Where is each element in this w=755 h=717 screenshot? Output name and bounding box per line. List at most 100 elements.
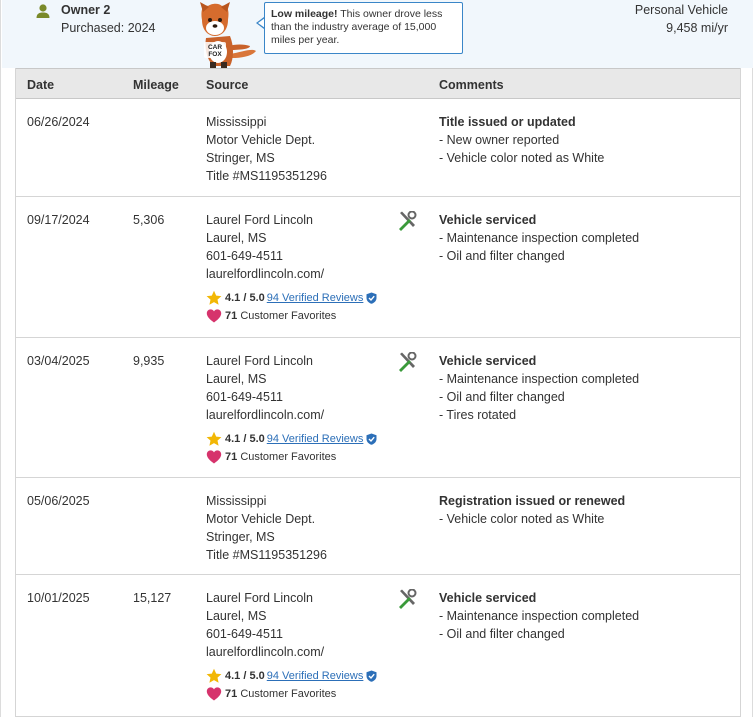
row-source: Mississippi Motor Vehicle Dept. Stringer…: [206, 492, 327, 564]
comment-line: - Tires rotated: [439, 408, 517, 422]
row-comments: Registration issued or renewed - Vehicle…: [439, 492, 625, 528]
header-mileage: Mileage: [133, 78, 179, 92]
favorites-label: Customer Favorites: [240, 688, 337, 701]
verified-shield-icon: [366, 433, 377, 445]
comment-title: Registration issued or renewed: [439, 494, 626, 508]
source-line: Title #MS1195351296: [206, 169, 327, 183]
verified-reviews-link[interactable]: 94 Verified Reviews: [267, 433, 364, 445]
rating-value: 4.1 / 5.0: [225, 670, 265, 683]
star-icon: [206, 668, 222, 683]
svg-text:CAR: CAR: [208, 44, 222, 51]
row-comments: Vehicle serviced - Maintenance inspectio…: [439, 589, 639, 643]
comment-title: Vehicle serviced: [439, 354, 537, 368]
carfox-mascot-logo: CAR FOX: [200, 2, 256, 68]
dealer-website[interactable]: laurelfordlincoln.com/: [206, 643, 377, 661]
customer-favorites: 71 Customer Favorites: [206, 685, 377, 705]
vehicle-type: Personal Vehicle: [634, 3, 728, 17]
row-mileage: 9,935: [133, 354, 165, 368]
comment-line: - Maintenance inspection completed: [439, 609, 640, 623]
row-source: Laurel Ford Lincoln Laurel, MS 601-649-4…: [206, 589, 377, 705]
heart-icon: [206, 309, 222, 323]
comment-line: - Maintenance inspection completed: [439, 231, 640, 245]
comment-line: - Oil and filter changed: [439, 249, 565, 263]
wrench-screwdriver-icon: [399, 211, 417, 231]
star-icon: [206, 290, 222, 305]
dealer-name: Laurel Ford Lincoln: [206, 354, 314, 368]
comment-line: - New owner reported: [439, 133, 560, 147]
comment-line: - Vehicle color noted as White: [439, 151, 605, 165]
dealer-rating: 4.1 / 5.0 94 Verified Reviews: [206, 289, 377, 307]
vehicle-history-panel: Owner 2 Purchased: 2024 CAR FOX Low mile…: [0, 0, 753, 717]
verified-shield-icon: [366, 670, 377, 682]
comment-title: Title issued or updated: [439, 115, 576, 129]
wrench-screwdriver-icon: [399, 352, 417, 372]
rating-value: 4.1 / 5.0: [225, 292, 265, 305]
row-source: Mississippi Motor Vehicle Dept. Stringer…: [206, 113, 327, 185]
star-icon: [206, 431, 222, 446]
row-date: 09/17/2024: [27, 213, 90, 227]
favorites-count: 71: [225, 451, 238, 464]
row-date: 03/04/2025: [27, 354, 90, 368]
source-line: Stringer, MS: [206, 530, 275, 544]
favorites-label: Customer Favorites: [240, 310, 337, 323]
dealer-phone[interactable]: 601-649-4511: [206, 247, 377, 265]
heart-icon: [206, 450, 222, 464]
row-date: 06/26/2024: [27, 115, 90, 129]
person-icon: [36, 4, 50, 18]
favorites-label: Customer Favorites: [240, 451, 337, 464]
row-mileage: 5,306: [133, 213, 165, 227]
dealer-location: Laurel, MS: [206, 231, 267, 245]
verified-reviews-link[interactable]: 94 Verified Reviews: [267, 670, 364, 682]
tooltip-heading: Low mileage!: [271, 8, 338, 20]
source-line: Motor Vehicle Dept.: [206, 133, 316, 147]
dealer-name: Laurel Ford Lincoln: [206, 591, 314, 605]
source-line: Mississippi: [206, 115, 267, 129]
header-date: Date: [27, 78, 55, 92]
owner-title: Owner 2: [61, 3, 111, 17]
table-row: 05/06/2025 Mississippi Motor Vehicle Dep…: [16, 478, 740, 575]
customer-favorites: 71 Customer Favorites: [206, 307, 377, 327]
row-comments: Vehicle serviced - Maintenance inspectio…: [439, 211, 639, 265]
dealer-rating: 4.1 / 5.0 94 Verified Reviews: [206, 430, 377, 448]
purchased-year: Purchased: 2024: [61, 21, 156, 35]
favorites-count: 71: [225, 310, 238, 323]
row-comments: Vehicle serviced - Maintenance inspectio…: [439, 352, 639, 424]
comment-line: - Oil and filter changed: [439, 390, 565, 404]
row-comments: Title issued or updated - New owner repo…: [439, 113, 604, 167]
rating-value: 4.1 / 5.0: [225, 433, 265, 446]
low-mileage-tooltip: Low mileage! This owner drove less than …: [264, 2, 463, 54]
row-date: 10/01/2025: [27, 591, 90, 605]
source-line: Stringer, MS: [206, 151, 275, 165]
verified-reviews-link[interactable]: 94 Verified Reviews: [267, 292, 364, 304]
miles-per-year: 9,458 mi/yr: [666, 21, 728, 35]
source-line: Motor Vehicle Dept.: [206, 512, 316, 526]
comment-title: Vehicle serviced: [439, 213, 537, 227]
row-date: 05/06/2025: [27, 494, 90, 508]
svg-text:FOX: FOX: [208, 51, 222, 58]
comment-line: - Oil and filter changed: [439, 627, 565, 641]
comment-line: - Maintenance inspection completed: [439, 372, 640, 386]
heart-icon: [206, 687, 222, 701]
dealer-phone[interactable]: 601-649-4511: [206, 388, 377, 406]
customer-favorites: 71 Customer Favorites: [206, 448, 377, 468]
table-row: 03/04/2025 9,935 Laurel Ford Lincoln Lau…: [16, 338, 740, 478]
dealer-website[interactable]: laurelfordlincoln.com/: [206, 406, 377, 424]
source-line: Title #MS1195351296: [206, 548, 327, 562]
table-row: 09/17/2024 5,306 Laurel Ford Lincoln Lau…: [16, 197, 740, 338]
header-comments: Comments: [439, 78, 504, 92]
dealer-phone[interactable]: 601-649-4511: [206, 625, 377, 643]
dealer-location: Laurel, MS: [206, 609, 267, 623]
dealer-website[interactable]: laurelfordlincoln.com/: [206, 265, 377, 283]
row-mileage: 15,127: [133, 591, 172, 605]
history-table: Date Mileage Source Comments 06/26/2024 …: [15, 68, 741, 717]
comment-line: - Vehicle color noted as White: [439, 512, 605, 526]
owner-header: Owner 2 Purchased: 2024 CAR FOX Low mile…: [2, 0, 753, 68]
wrench-screwdriver-icon: [399, 589, 417, 609]
dealer-name: Laurel Ford Lincoln: [206, 213, 314, 227]
comment-title: Vehicle serviced: [439, 591, 537, 605]
header-source: Source: [206, 78, 249, 92]
table-row: 06/26/2024 Mississippi Motor Vehicle Dep…: [16, 99, 740, 197]
dealer-location: Laurel, MS: [206, 372, 267, 386]
verified-shield-icon: [366, 292, 377, 304]
row-source: Laurel Ford Lincoln Laurel, MS 601-649-4…: [206, 352, 377, 468]
